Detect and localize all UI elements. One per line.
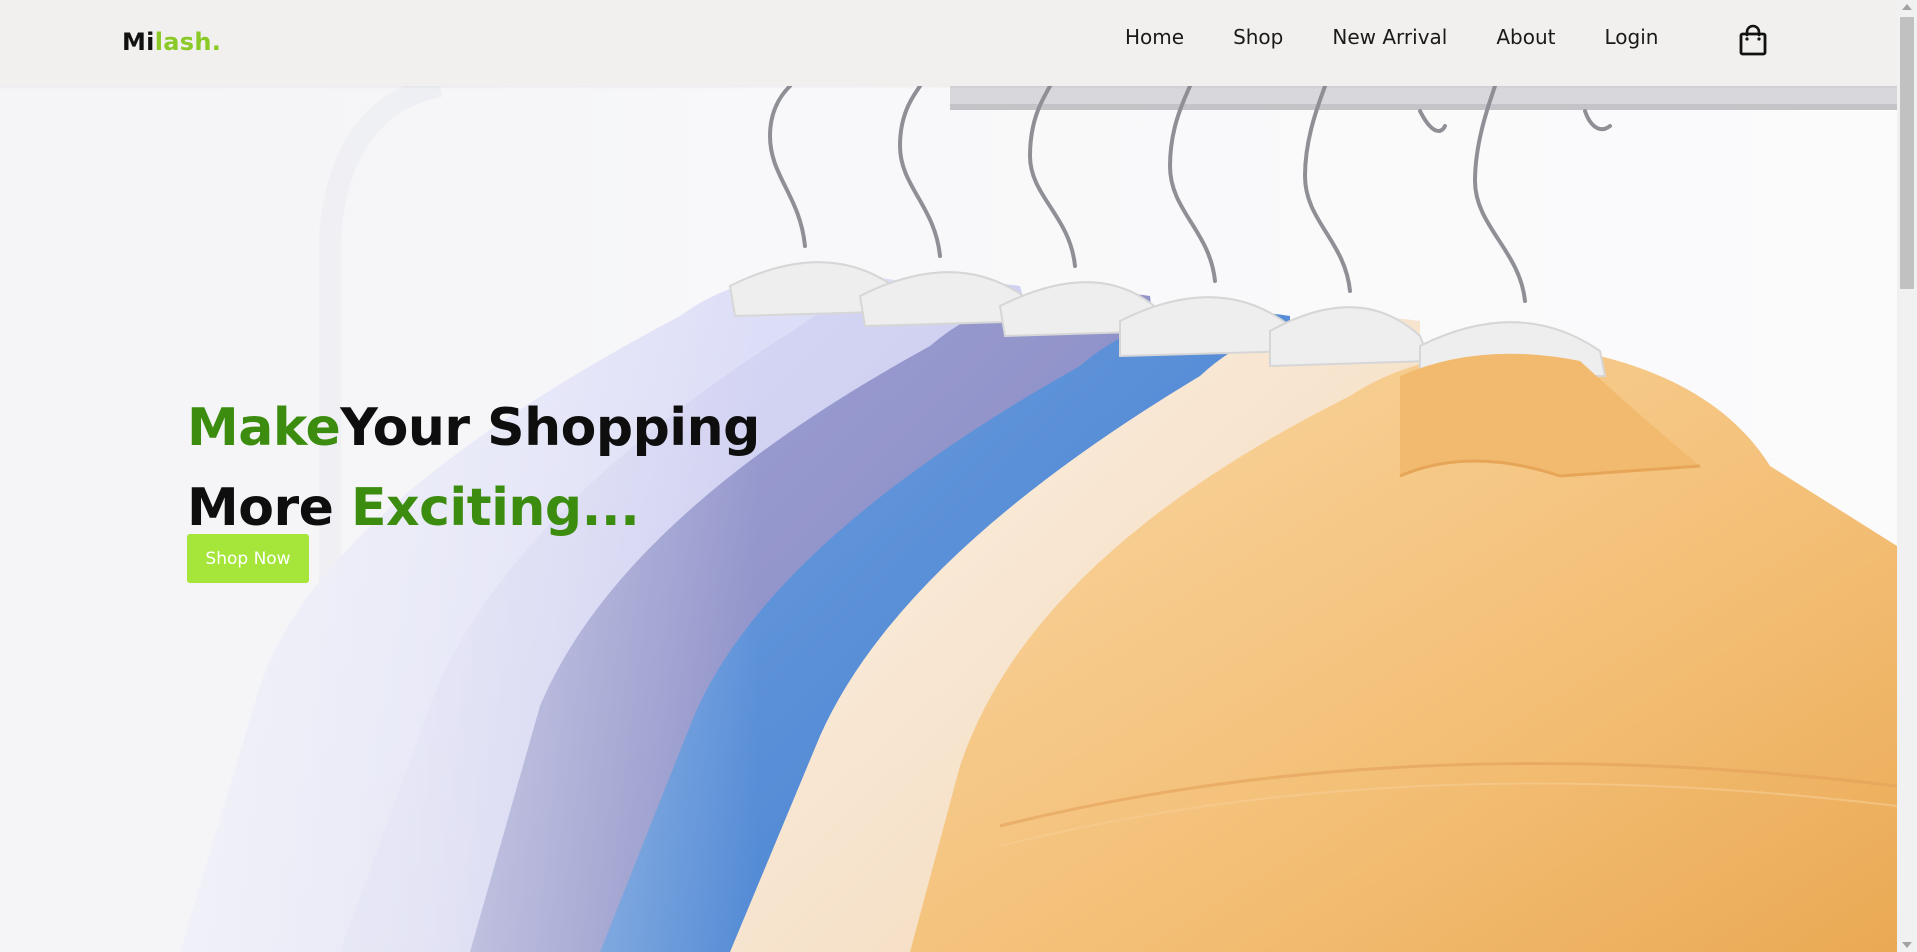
shopping-bag-icon[interactable] [1738,24,1768,56]
logo-text-green: lash. [154,28,222,56]
hero-headline-line-1: MakeYour Shopping [187,388,760,468]
site-logo[interactable]: Milash. [122,28,221,56]
nav-link-home[interactable]: Home [1125,24,1184,50]
nav-link-new-arrival[interactable]: New Arrival [1332,24,1447,50]
main-nav: Home Shop New Arrival About Login [1125,24,1707,50]
logo-text-dark: Mi [122,28,155,56]
scrollbar-thumb[interactable] [1900,17,1914,289]
top-navbar: Milash. Home Shop New Arrival About Logi… [0,0,1897,86]
nav-link-about[interactable]: About [1496,24,1555,50]
hero-banner: MakeYour Shopping More Exciting... [0,86,1897,952]
scroll-up-arrow-icon[interactable] [1902,4,1912,10]
page-scrollbar[interactable] [1897,0,1917,952]
headline-word-make: Make [187,398,341,458]
nav-link-login[interactable]: Login [1604,24,1658,50]
hero-headline-block: MakeYour Shopping More Exciting... [187,388,760,548]
headline-text-more: More [187,478,351,538]
nav-link-shop[interactable]: Shop [1233,24,1283,50]
shop-now-button[interactable]: Shop Now [187,534,309,583]
headline-text-your-shopping: Your Shopping [340,398,760,458]
headline-word-exciting: Exciting... [351,478,640,538]
scroll-down-arrow-icon[interactable] [1902,942,1912,948]
